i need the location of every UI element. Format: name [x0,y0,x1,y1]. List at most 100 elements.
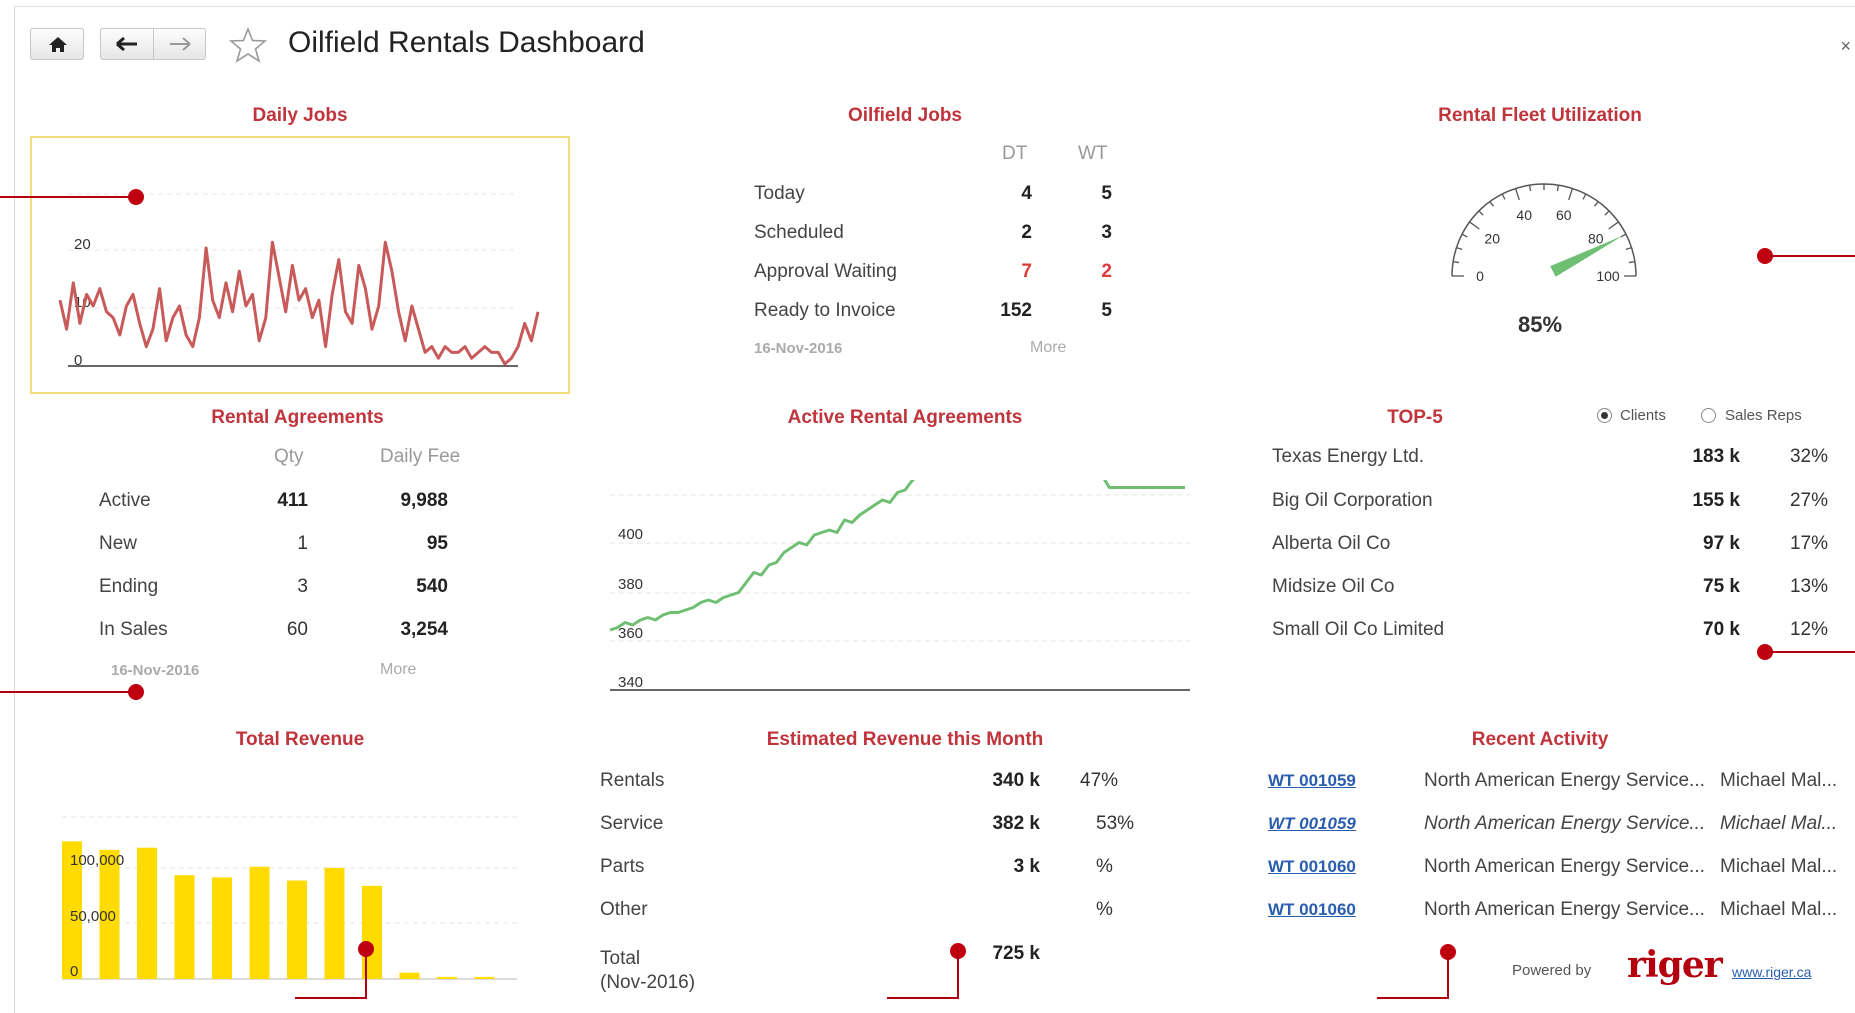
callout-line [1377,997,1449,999]
gauge-label: 100 [1596,268,1620,284]
callout-line [1447,951,1449,998]
callout-dot [128,189,144,205]
revenue-bar[interactable] [137,847,157,979]
est-row-pct: % [1096,899,1113,920]
agreements-row-qty[interactable]: 60 [250,619,308,641]
agreements-row-qty[interactable]: 3 [250,576,308,598]
est-row-label[interactable]: Other [600,899,648,921]
top5-row-value[interactable]: 97 k [1650,533,1740,555]
gauge-label: 60 [1556,207,1572,223]
col-qty: Qty [274,446,304,467]
sales-reps-label[interactable]: Sales Reps [1725,407,1802,424]
gauge-label: 40 [1516,207,1532,223]
est-row-value[interactable]: 340 k [940,770,1040,792]
gauge-tick [1604,210,1610,216]
fleet-gauge[interactable]: 0 20 40 60 80 100 [1434,168,1654,298]
gauge-tick [1594,201,1599,207]
jobs-row-wt[interactable]: 5 [1080,183,1112,205]
revenue-bar[interactable] [474,976,495,979]
top5-row-name[interactable]: Big Oil Corporation [1272,490,1433,512]
gauge-tick [1556,185,1560,192]
revenue-bar[interactable] [249,866,270,979]
jobs-row-wt[interactable]: 2 [1080,261,1112,283]
riger-website-link[interactable]: www.riger.ca [1732,964,1811,980]
clients-radio[interactable] [1597,408,1612,423]
top5-row-value[interactable]: 183 k [1650,446,1740,468]
daily-jobs-panel[interactable]: 20 10 0 [30,136,570,394]
top5-row-value[interactable]: 75 k [1650,576,1740,598]
col-dt: DT [1002,143,1028,164]
activity-id-link[interactable]: WT 001060 [1268,857,1356,877]
agreements-row-fee[interactable]: 540 [370,576,448,598]
fleet-utilization-value: 85% [1517,312,1563,337]
agreements-row-qty[interactable]: 411 [250,490,308,512]
activity-id-link[interactable]: WT 001059 [1268,771,1356,791]
forward-button[interactable] [154,29,206,59]
gauge-tick [1582,193,1587,200]
jobs-row-label[interactable]: Today [754,183,805,205]
agreements-row-fee[interactable]: 3,254 [370,619,448,641]
close-icon[interactable]: × [1840,36,1851,57]
est-row-label[interactable]: Parts [600,856,644,878]
activity-company: North American Energy Service... [1424,856,1705,877]
top5-title: TOP-5 [1387,407,1443,428]
activity-id-link[interactable]: WT 001059 [1268,814,1356,834]
active-agreements-chart[interactable]: 400 380 360 340 [600,480,1200,695]
jobs-row-wt[interactable]: 5 [1080,300,1112,322]
rental-agreements-more-link[interactable]: More [380,661,416,679]
est-row-pct: 47% [1080,770,1119,791]
agreements-row-label[interactable]: Ending [99,576,158,598]
jobs-row-wt[interactable]: 3 [1080,222,1112,244]
agreements-row-label[interactable]: New [99,533,137,555]
top5-row-name[interactable]: Midsize Oil Co [1272,576,1394,598]
revenue-bar[interactable] [399,972,420,979]
revenue-bar[interactable] [437,976,457,979]
oilfield-jobs-more-link[interactable]: More [1030,339,1066,357]
callout-line [295,997,367,999]
clients-label[interactable]: Clients [1620,407,1666,424]
agreements-row-label[interactable]: In Sales [99,619,168,641]
total-revenue-chart[interactable]: 100,000 50,000 0 [62,805,532,985]
gauge-arc [1451,183,1637,277]
revenue-bar[interactable] [174,875,195,979]
callout-dot [128,684,144,700]
agreements-row-label[interactable]: Active [99,490,151,512]
revenue-bar[interactable] [324,867,345,979]
top5-row-name[interactable]: Texas Energy Ltd. [1272,446,1424,468]
jobs-row-dt[interactable]: 2 [1000,222,1032,244]
agreements-row-fee[interactable]: 95 [370,533,448,555]
revenue-bar[interactable] [287,880,307,979]
oilfield-jobs-date: 16-Nov-2016 [754,340,843,357]
jobs-row-dt[interactable]: 7 [1000,261,1032,283]
top5-row-name[interactable]: Alberta Oil Co [1272,533,1390,555]
top5-row-value[interactable]: 70 k [1650,619,1740,641]
home-button[interactable] [30,28,84,60]
callout-line [957,950,959,998]
arrow-left-icon [116,36,137,52]
gauge-tick [1461,233,1468,238]
activity-person: Michael Mal... [1720,856,1838,877]
sales-reps-radio[interactable] [1701,408,1716,423]
revenue-bar[interactable] [212,877,232,979]
jobs-row-label[interactable]: Ready to Invoice [754,300,896,322]
star-icon[interactable] [228,26,268,64]
jobs-row-dt[interactable]: 4 [1000,183,1032,205]
agreements-row-qty[interactable]: 1 [250,533,308,555]
est-row-label[interactable]: Rentals [600,770,664,792]
top5-row-value[interactable]: 155 k [1650,490,1740,512]
jobs-row-label[interactable]: Scheduled [754,222,844,244]
est-row-label[interactable]: Service [600,813,663,835]
gauge-tick [1478,210,1484,216]
jobs-row-dt[interactable]: 152 [980,300,1032,322]
est-row-value[interactable]: 3 k [940,856,1040,878]
jobs-row-label[interactable]: Approval Waiting [754,261,897,283]
activity-id-link[interactable]: WT 001060 [1268,900,1356,920]
callout-line [1764,651,1855,653]
top5-row-name[interactable]: Small Oil Co Limited [1272,619,1444,641]
callout-line [365,948,367,998]
active-rental-agreements-title: Active Rental Agreements [787,407,1023,428]
est-total-label: Total [600,948,641,969]
back-button[interactable] [101,29,154,59]
est-row-value[interactable]: 382 k [940,813,1040,835]
agreements-row-fee[interactable]: 9,988 [370,490,448,512]
